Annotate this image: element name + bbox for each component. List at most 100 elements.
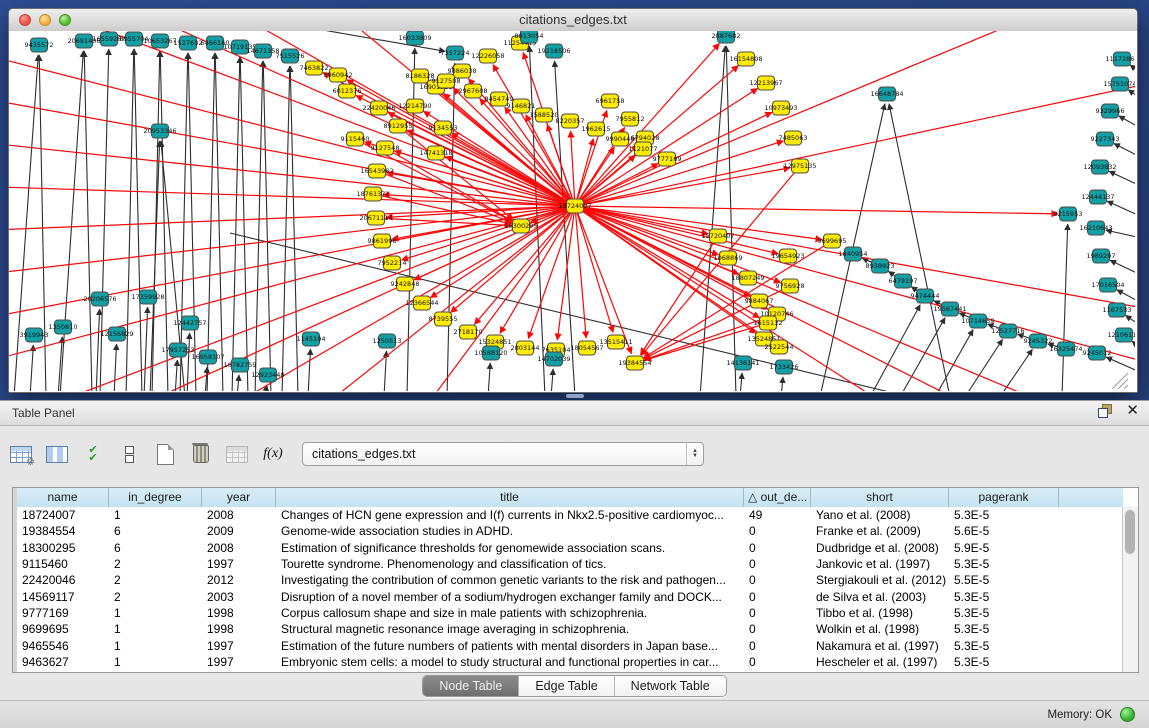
network-edge[interactable]	[58, 337, 62, 391]
network-edge[interactable]	[935, 330, 973, 391]
network-node[interactable]: 2803144	[511, 341, 540, 355]
table-row[interactable]: 2242004622012Investigating the contribut…	[17, 572, 1123, 588]
column-header-pagerank[interactable]: pagerank	[949, 488, 1059, 507]
network-edge[interactable]	[488, 363, 490, 391]
network-node[interactable]: 17359928	[131, 290, 164, 304]
network-node[interactable]: 2887682	[712, 31, 741, 43]
network-node[interactable]: 1962615	[582, 122, 611, 136]
network-edge[interactable]	[187, 333, 190, 391]
network-edge[interactable]	[126, 49, 134, 391]
network-edge[interactable]	[237, 375, 239, 391]
network-node[interactable]: 12923448	[251, 368, 284, 382]
table-row[interactable]: 969969511998Structural magnetic resonanc…	[17, 621, 1123, 637]
table-row[interactable]: 1872400712008Changes of HCN gene express…	[17, 507, 1123, 523]
network-edge[interactable]	[1000, 349, 1032, 391]
network-node[interactable]: 9435572	[25, 38, 54, 52]
network-node[interactable]: 8739555	[429, 312, 458, 326]
network-edge[interactable]	[1106, 357, 1135, 381]
network-edge[interactable]	[1107, 201, 1135, 225]
network-node[interactable]: 16033809	[398, 31, 431, 45]
network-edge[interactable]	[407, 130, 575, 206]
network-node[interactable]: 19384554	[618, 356, 651, 370]
network-edge[interactable]	[152, 51, 160, 391]
network-node[interactable]: 12527716	[991, 324, 1024, 338]
network-node[interactable]: 1350810	[49, 320, 78, 334]
network-edge[interactable]	[575, 206, 1058, 214]
network-node[interactable]: 12226058	[471, 49, 504, 63]
scrollbar-thumb[interactable]	[1125, 510, 1135, 554]
network-node[interactable]: 9861998	[368, 234, 397, 248]
resize-grip-icon[interactable]	[1124, 385, 1128, 389]
network-node[interactable]: 16154808	[729, 52, 762, 66]
network-node[interactable]: 16958107	[191, 350, 224, 364]
table-body[interactable]: 1872400712008Changes of HCN gene express…	[17, 507, 1123, 672]
network-edge[interactable]	[308, 349, 310, 391]
network-node[interactable]: 9245322	[1024, 334, 1053, 348]
network-canvas[interactable]: 1872400711254419122260589886038169013211…	[9, 31, 1137, 392]
vertical-scrollbar[interactable]	[1122, 507, 1138, 672]
table-settings-icon[interactable]: ⚙	[6, 440, 36, 468]
tab-edge-table[interactable]: Edge Table	[519, 676, 614, 696]
resize-grip-icon[interactable]	[1118, 379, 1128, 389]
column-header-short[interactable]: short	[811, 488, 949, 507]
table-row[interactable]: 1456911722003Disruption of a novel membe…	[17, 588, 1123, 604]
delete-table-icon[interactable]	[186, 440, 216, 468]
network-edge[interactable]	[100, 49, 109, 391]
network-edge[interactable]	[740, 373, 742, 391]
network-node[interactable]: 12366544	[405, 296, 438, 310]
network-node[interactable]: 7955812	[616, 112, 645, 126]
network-edge[interactable]	[150, 141, 160, 391]
network-edge[interactable]	[263, 61, 271, 391]
network-edge[interactable]	[1114, 144, 1135, 167]
network-node[interactable]: 8220357	[556, 114, 585, 128]
network-node[interactable]: 6961758	[596, 94, 625, 108]
network-node[interactable]: 16648784	[870, 87, 903, 101]
window-titlebar[interactable]: citations_edges.txt	[9, 9, 1137, 32]
column-header-out_degree[interactable]: △ out_de...	[744, 488, 811, 507]
network-edge[interactable]	[9, 206, 575, 276]
network-graph[interactable]: 1872400711254419122260589886038169013211…	[9, 31, 1135, 391]
network-node[interactable]: 12156829	[100, 327, 133, 341]
network-node[interactable]: 7485063	[779, 131, 808, 145]
network-edge[interactable]	[575, 141, 783, 206]
network-edge[interactable]	[114, 344, 117, 391]
table-row[interactable]: 977716911998Corpus callosum shape and si…	[17, 605, 1123, 621]
network-edge[interactable]	[1119, 116, 1135, 139]
column-header-in_degree[interactable]: in_degree	[109, 488, 202, 507]
network-node[interactable]: 7357224	[441, 46, 470, 60]
table-selector-dropdown[interactable]: citations_edges.txt ▲▼	[302, 442, 704, 466]
table-row[interactable]: 911546021997Tourette syndrome. Phenomeno…	[17, 556, 1123, 572]
network-node[interactable]: 17016504	[1091, 278, 1124, 292]
network-edge[interactable]	[575, 168, 790, 206]
network-edge[interactable]	[447, 63, 455, 391]
column-header-name[interactable]: name	[17, 488, 109, 507]
network-edge[interactable]	[1132, 341, 1135, 363]
network-edge[interactable]	[134, 49, 142, 391]
network-edge[interactable]	[175, 360, 177, 391]
network-edge[interactable]	[1062, 224, 1068, 391]
network-edge[interactable]	[1109, 171, 1135, 195]
panel-splitter-handle[interactable]	[566, 394, 584, 398]
network-node[interactable]: 12213967	[749, 76, 782, 90]
network-node[interactable]: 12106113	[1107, 328, 1135, 342]
memory-status-indicator[interactable]	[1120, 707, 1135, 722]
table-row[interactable]: 946362711997Embryonic stem cells: a mode…	[17, 654, 1123, 670]
row-height-icon[interactable]	[114, 440, 144, 468]
network-edge[interactable]	[255, 61, 263, 391]
column-header-title[interactable]: title	[276, 488, 744, 507]
close-panel-icon[interactable]: ✕	[1126, 404, 1139, 418]
select-rows-icon[interactable]: ✔✔	[78, 440, 108, 468]
network-edge[interactable]	[575, 206, 719, 255]
network-node[interactable]: 16325474	[1049, 342, 1082, 356]
network-node[interactable]: 6479197	[889, 274, 918, 288]
network-edge[interactable]	[96, 309, 100, 391]
network-node[interactable]: 14136141	[726, 356, 759, 370]
network-node[interactable]: 16782759	[223, 358, 256, 372]
network-node[interactable]: 7515526	[276, 49, 305, 63]
network-node[interactable]: 16210643	[1079, 221, 1112, 235]
network-edge[interactable]	[9, 186, 575, 206]
network-node[interactable]: 7952214	[378, 256, 407, 270]
table-row[interactable]: 1938455462009Genome-wide association stu…	[17, 523, 1123, 539]
function-builder-icon[interactable]: f(x)	[258, 440, 288, 468]
network-node[interactable]: 12975135	[783, 159, 816, 173]
